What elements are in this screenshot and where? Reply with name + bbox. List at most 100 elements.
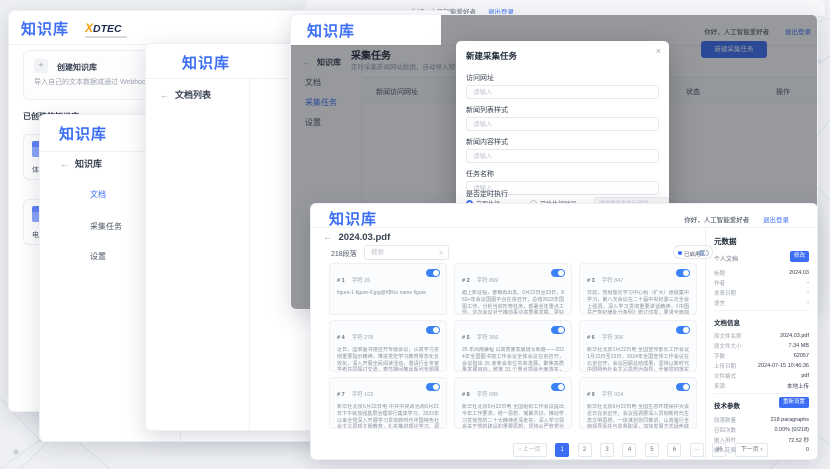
chunk-card-5[interactable]: # 5字符 366 25 年风雨兼程 以高质量发展谱写新篇——2024年全国图书… [454,320,572,372]
page-3[interactable]: 3 [600,443,614,457]
meta-label: 原文件名称 [714,332,742,340]
chunk-chars: 字符 085 [477,392,499,398]
chunk-chars: 字符 847 [602,278,624,284]
doc-title: 2024.03.pdf [339,232,391,243]
meta-label: 字数 [714,352,725,360]
chunk-text: 近日，国家图书馆召开专题会议，认真学习贯彻重要指示精神，推进党史学习教育常态化长… [337,347,439,372]
meta-value: - [807,300,809,306]
plus-icon: + [34,59,48,73]
logout-link[interactable]: 退出登录 [763,217,789,224]
doc-app-title: 知识库 [329,208,377,229]
chunk-text: 踏上新征程，奋楫再出发。6月22日至23日，862+年会议国图平台在京召开，总结… [462,290,564,315]
field-input-list-pattern[interactable] [466,117,659,131]
meta-value: 2024.03.pdf [780,333,809,339]
field-label-list-pattern: 新闻列表样式 [466,105,508,115]
meta-label: 上传日期 [714,362,736,370]
chunk-toggle[interactable] [426,326,440,334]
chunk-card-4[interactable]: # 4字符 278 近日，国家图书馆召开专题会议，认真学习贯彻重要指示精神，推进… [329,320,447,372]
sidebar-item-settings[interactable]: 设置 [90,251,106,262]
page-prev[interactable]: ‹ 上一页 [513,443,547,457]
search-input[interactable] [364,245,449,260]
chunk-card-1[interactable]: # 1字符 26 figure-1-figure-0.jpg@#$%c name… [329,263,447,315]
meta-value: - [807,290,809,296]
page-5[interactable]: 5 [645,443,659,457]
chunk-number: # 9 [587,392,595,398]
page-1[interactable]: 1 [555,443,569,457]
meta-label: 来源 [714,382,725,390]
chunk-card-2[interactable]: # 2 字符 869 踏上新征程，奋楫再出发。6月22日至23日，862+年会议国… [454,263,572,315]
back-arrow-icon: ← [60,159,69,169]
chunk-number: # 5 [462,335,470,341]
modal-title: 新建采集任务 [466,50,517,62]
chunk-chars: 字符 366 [477,335,499,341]
chunk-card-9[interactable]: # 9 字符 024 新华社北京6月22日电 全国生态环境保护大会近日在京召开，会… [579,377,697,429]
meta-value: 2024.03 [789,270,809,276]
reset-params-button[interactable]: 重新设置 [779,397,809,408]
chunk-chars: 字符 306 [602,335,624,341]
sidebar-item-collect[interactable]: 采集任务 [90,221,122,232]
collect-app-title: 知识库 [303,20,359,41]
back-arrow-icon: ← [323,232,333,243]
meta-value: 0 [806,447,809,453]
chunk-card-3[interactable]: # 3字符 847 日前，党组理论学习中心组（扩大）通报集中学习，第八次会议在二… [579,263,697,315]
page-ellipsis[interactable]: ··· [690,443,704,457]
edit-metadata-button[interactable]: 修改 [790,251,809,262]
field-input-content-pattern[interactable] [466,149,659,163]
kb-app-title: 知识库 [59,123,107,144]
status-dot [678,251,682,255]
chunk-toggle[interactable] [676,383,690,391]
meta-label: 段落数量 [714,416,736,424]
chunk-toggle[interactable] [426,269,440,277]
meta-label: 语言 [714,299,725,307]
chunk-card-6[interactable]: # 6 字符 306 新华社北京1月22日电 全国宣传部长工作会议1月22日至23… [579,320,697,372]
meta-label: 发表日期 [714,289,736,297]
meta-label: 原文件大小 [714,342,742,350]
sidebar-divider [249,78,250,430]
meta-label: 文件格式 [714,372,736,380]
back-arrow-icon: ← [160,90,169,100]
chunk-toggle[interactable] [551,326,565,334]
search-icon: ⌕ [439,248,443,258]
chunk-number: # 1 [337,278,345,284]
chunk-chars: 字符 26 [352,278,371,284]
chunk-number: # 8 [462,392,470,398]
sidebar-item-docs[interactable]: 文档 [90,189,106,200]
page-4[interactable]: 4 [622,443,636,457]
back-from-doc[interactable]: ← 2024.03.pdf [323,232,390,243]
window-doc-viewer: 知识库 你好，人工智能爱好者 退出登录 ← 2024.03.pdf 218段落 ⌕… [310,203,818,460]
chunk-text: 新华社北京6月22日电 全国组织工作会议提出今年工作要求，统一思想、凝聚共识，推… [462,404,564,429]
metadata-title: 元数据 [714,236,737,247]
chunk-chars: 字符 024 [602,392,624,398]
chunk-toggle[interactable] [551,383,565,391]
back-to-doclist[interactable]: ←文档列表 [160,88,211,101]
meta-value: pdf [801,373,809,379]
close-icon[interactable]: × [656,46,661,56]
chunk-toggle[interactable] [676,269,690,277]
meta-value: 2024-07-15 10:46:36 [758,363,809,369]
xdtec-logo: XDTEC [85,21,127,38]
paragraph-count: 218段落 [331,249,357,259]
home-app-title: 知识库 [21,18,69,39]
chunk-toggle[interactable] [676,326,690,334]
chunk-toggle[interactable] [426,383,440,391]
field-input-url[interactable] [466,85,659,99]
chunk-number: # 6 [587,335,595,341]
chunk-card-7[interactable]: # 7字符 102 新华社北京6月22日电 中共中央政治局6月21日下午就加强基… [329,377,447,429]
meta-value: 62057 [794,353,809,359]
chunk-text: 新华社北京1月22日电 全国宣传部长工作会议1月22日至23日，2024年全国宣… [587,347,689,372]
chunk-number: # 2 [462,278,470,284]
chunk-chars: 字符 869 [477,278,499,284]
chunk-toggle[interactable] [551,269,565,277]
page-2[interactable]: 2 [578,443,592,457]
chunk-text: 日前，党组理论学习中心组（扩大）通报集中学习，第八次会议在二十届中央纪委三次全会… [587,290,689,315]
back-to-kb[interactable]: ←知识库 [60,157,102,170]
meta-value: 7.34 MB [789,343,809,349]
user-greeting-row: 你好，人工智能爱好者 退出登录 [684,214,789,224]
chunk-card-8[interactable]: # 8 字符 085 新华社北京6月22日电 全国组织工作会议提出今年工作要求，统… [454,377,572,429]
page-6[interactable]: 6 [667,443,681,457]
doclist-app-title: 知识库 [182,52,230,73]
doc-info-title: 文档信息 [714,317,740,327]
user-greeting: 你好，人工智能爱好者 [684,217,749,224]
field-label-content-pattern: 新闻内容样式 [466,137,508,147]
chunk-text: 新华社北京6月22日电 全国生态环境保护大会近日在京召开，会议强调要深入贯彻新时… [587,404,689,429]
